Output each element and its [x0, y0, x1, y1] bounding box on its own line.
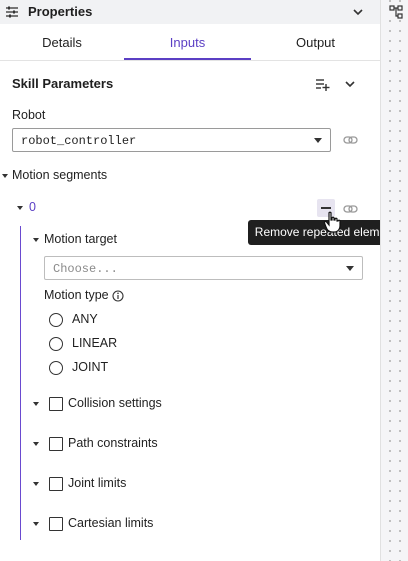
segment-indent-line	[20, 226, 21, 540]
properties-panel: Properties Details Inputs Output Skill P…	[0, 0, 380, 561]
radio-joint-label: JOINT	[72, 360, 109, 374]
canvas-strip	[380, 0, 408, 561]
tab-output[interactable]: Output	[251, 28, 380, 60]
panel-header: Properties	[0, 0, 380, 24]
segment-index: 0	[29, 200, 36, 214]
radio-any-label: ANY	[72, 312, 98, 326]
radio-any[interactable]	[49, 313, 63, 327]
panel-title: Properties	[28, 4, 93, 19]
motion-target-label: Motion target	[44, 232, 117, 246]
tab-inputs[interactable]: Inputs	[124, 28, 251, 60]
collapse-triangle-icon[interactable]	[33, 238, 39, 242]
motion-segments-label: Motion segments	[12, 168, 108, 182]
skill-parameters-title: Skill Parameters	[12, 76, 114, 91]
playlist-add-icon[interactable]	[314, 76, 330, 92]
radio-joint[interactable]	[49, 361, 63, 375]
joint-limits-checkbox[interactable]	[49, 477, 63, 491]
collapse-triangle-icon[interactable]	[33, 442, 39, 446]
motion-target-placeholder: Choose...	[53, 262, 118, 276]
info-icon[interactable]	[112, 290, 124, 302]
robot-label: Robot	[12, 108, 46, 122]
joint-limits-label: Joint limits	[68, 476, 127, 490]
link-add-icon[interactable]	[343, 203, 359, 215]
cartesian-limits-label: Cartesian limits	[68, 516, 154, 530]
tab-details[interactable]: Details	[0, 28, 124, 60]
collision-settings-checkbox[interactable]	[49, 397, 63, 411]
caret-down-icon	[314, 138, 322, 143]
cartesian-limits-checkbox[interactable]	[49, 517, 63, 531]
radio-linear-label: LINEAR	[72, 336, 118, 350]
motion-target-select[interactable]: Choose...	[44, 256, 363, 280]
radio-linear[interactable]	[49, 337, 63, 351]
collision-settings-label: Collision settings	[68, 396, 162, 410]
node-tree-icon[interactable]	[389, 5, 403, 19]
tabs-divider	[0, 60, 380, 61]
collapse-triangle-icon[interactable]	[17, 206, 23, 210]
collapse-triangle-icon[interactable]	[2, 174, 8, 178]
motion-type-label: Motion type	[44, 288, 109, 302]
robot-select-value: robot_controller	[21, 134, 137, 148]
tab-bar: Details Inputs Output	[0, 28, 380, 60]
properties-sliders-icon[interactable]	[5, 5, 19, 19]
caret-down-icon	[346, 266, 354, 271]
path-constraints-label: Path constraints	[68, 436, 158, 450]
chevron-down-icon[interactable]	[344, 78, 356, 90]
chevron-down-icon[interactable]	[352, 6, 364, 18]
robot-select[interactable]: robot_controller	[12, 128, 331, 152]
collapse-triangle-icon[interactable]	[33, 482, 39, 486]
hand-cursor-icon	[323, 211, 341, 233]
collapse-triangle-icon[interactable]	[33, 522, 39, 526]
path-constraints-checkbox[interactable]	[49, 437, 63, 451]
link-add-icon[interactable]	[343, 134, 359, 146]
collapse-triangle-icon[interactable]	[33, 402, 39, 406]
